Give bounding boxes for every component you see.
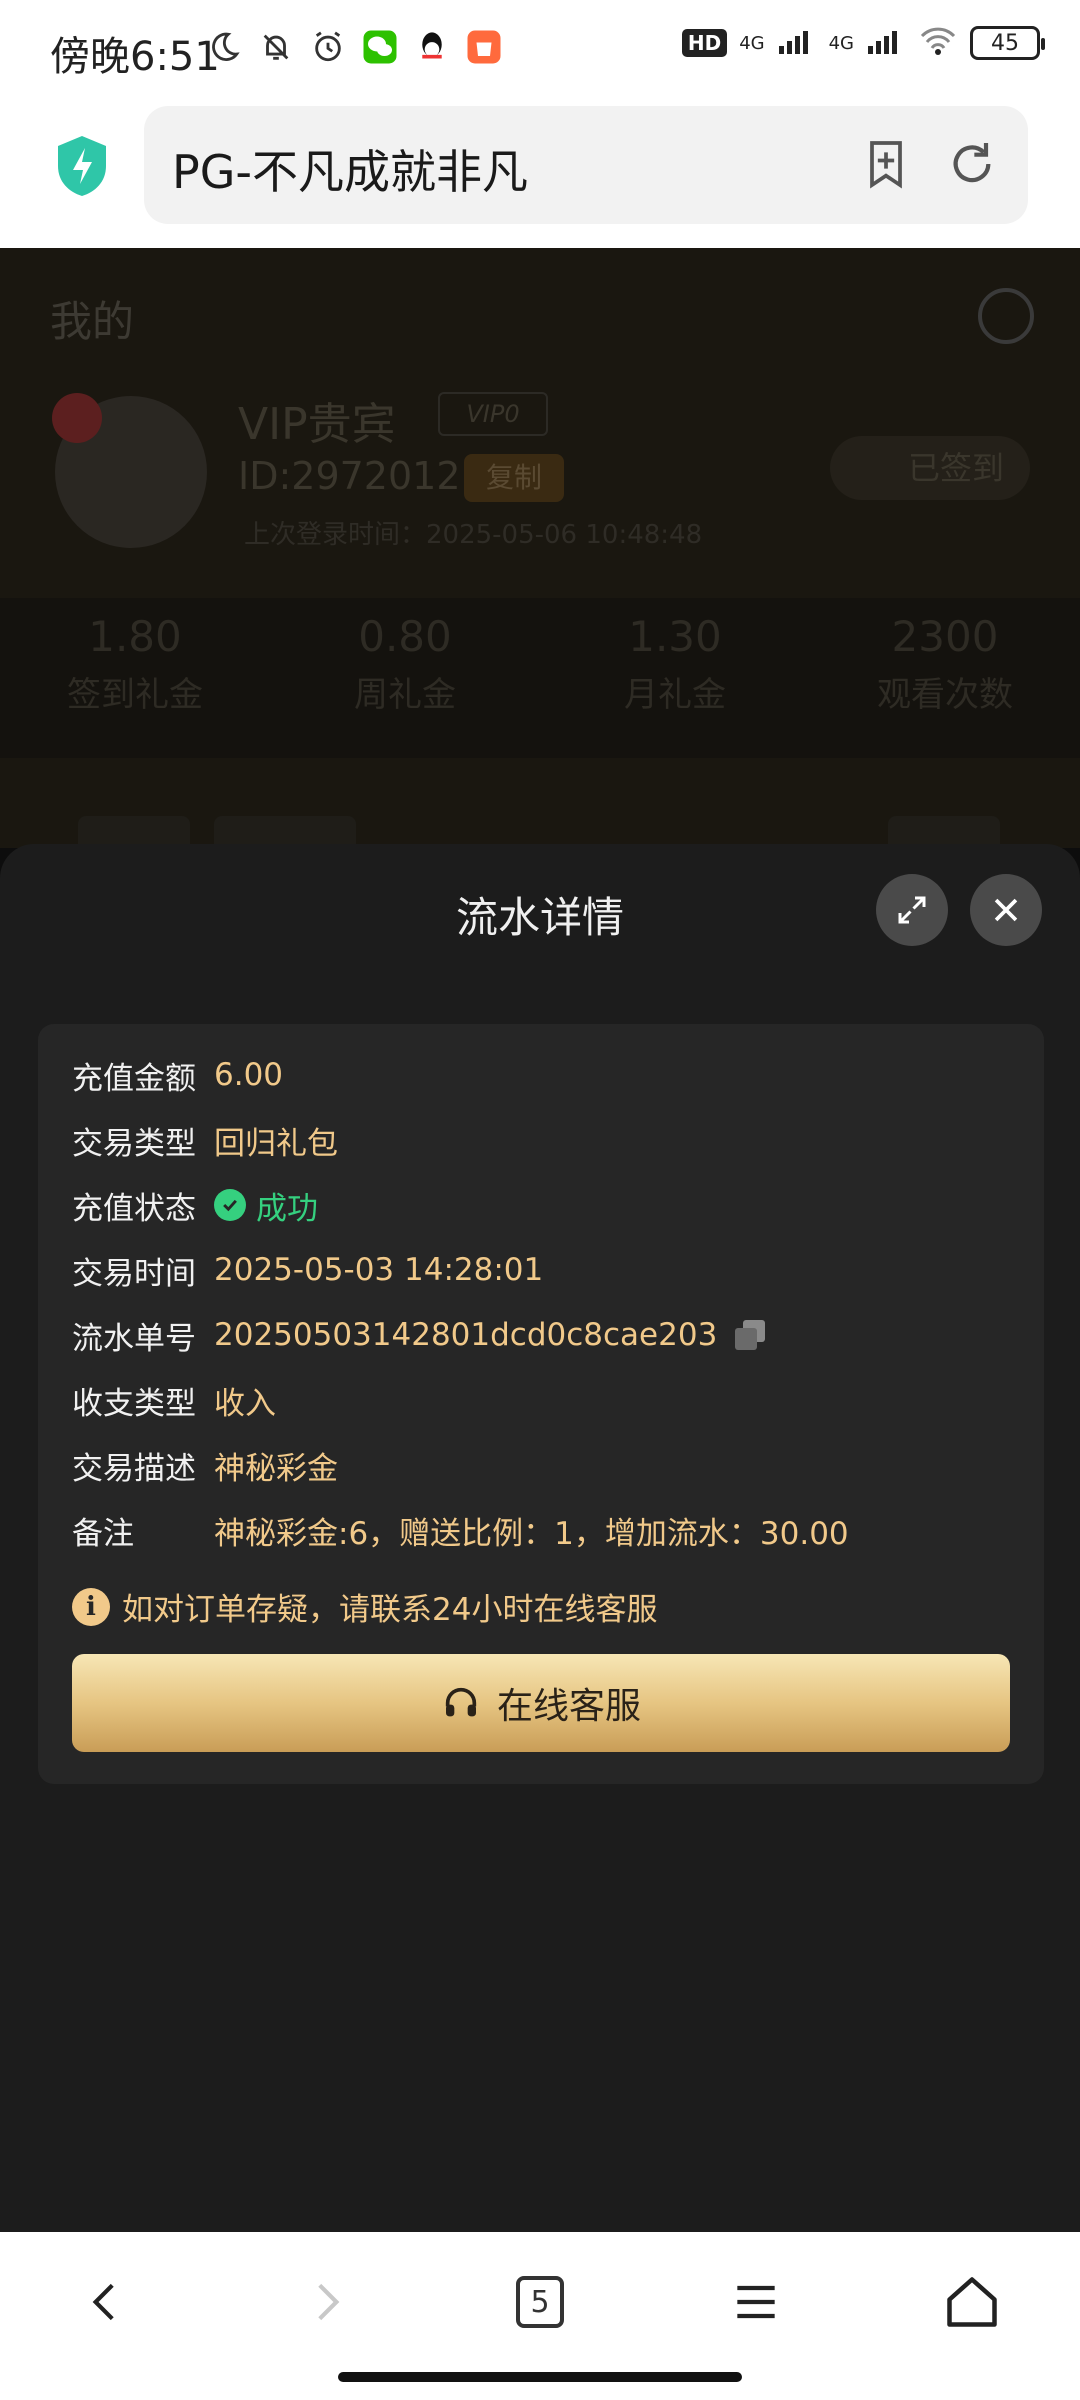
detail-row-time: 交易时间 2025-05-03 14:28:01 bbox=[72, 1245, 543, 1295]
profile-header: 我的 VIP贵宾 VIP0 ID:2972012 复制 上次登录时间：2025-… bbox=[0, 248, 1080, 848]
close-icon bbox=[994, 898, 1018, 922]
status-time: 傍晚6:51 bbox=[50, 34, 220, 80]
menu-button[interactable] bbox=[716, 2262, 796, 2342]
vip-badge: VIP0 bbox=[438, 392, 548, 436]
security-shield-icon[interactable] bbox=[54, 134, 110, 198]
shopping-app-icon bbox=[465, 28, 503, 66]
detail-row-type: 交易类型 回归礼包 bbox=[72, 1115, 338, 1165]
home-icon bbox=[947, 2277, 997, 2327]
row-label: 充值金额 bbox=[72, 1060, 196, 1097]
stat-value: 2300 bbox=[891, 612, 999, 661]
user-id: ID:2972012 bbox=[238, 454, 461, 498]
serial-number: 20250503142801dcd0c8cae203 bbox=[214, 1317, 718, 1353]
battery-icon: 45 bbox=[970, 26, 1045, 60]
stat-label: 签到礼金 bbox=[67, 675, 203, 715]
stat-item: 1.80 签到礼金 bbox=[0, 598, 270, 758]
settings-icon bbox=[978, 288, 1034, 344]
detail-row-direction: 收支类型 收入 bbox=[72, 1375, 276, 1425]
tabs-button[interactable]: 5 bbox=[500, 2262, 580, 2342]
system-indicators: HD 4G 4G 45 bbox=[681, 26, 1045, 60]
detail-card: 充值金额 6.00 交易类型 回归礼包 充值状态 成功 交易时间 2025-05… bbox=[38, 1024, 1044, 1784]
browser-bottom-nav: 5 bbox=[0, 2232, 1080, 2400]
stat-item: 0.80 周礼金 bbox=[270, 598, 540, 758]
detail-row-amount: 充值金额 6.00 bbox=[72, 1050, 283, 1100]
row-value: 神秘彩金:6，赠送比例：1，增加流水：30.00 bbox=[214, 1515, 849, 1552]
battery-level: 45 bbox=[991, 30, 1019, 56]
row-value: 回归礼包 bbox=[214, 1125, 338, 1162]
signal-icon-1 bbox=[777, 26, 817, 60]
home-indicator bbox=[338, 2372, 742, 2382]
address-bar[interactable]: PG-不凡成就非凡 bbox=[144, 106, 1028, 224]
bell-muted-icon bbox=[257, 28, 295, 66]
wechat-icon bbox=[361, 28, 399, 66]
service-button-label: 在线客服 bbox=[496, 1686, 641, 1727]
detail-row-serial: 流水单号 20250503142801dcd0c8cae203 bbox=[72, 1310, 767, 1360]
refresh-icon[interactable] bbox=[944, 136, 1000, 192]
notification-icons bbox=[205, 28, 503, 66]
expand-icon bbox=[898, 896, 926, 924]
row-value: 2025-05-03 14:28:01 bbox=[214, 1252, 544, 1288]
row-label: 备注 bbox=[72, 1515, 134, 1552]
serial-value: 20250503142801dcd0c8cae203 bbox=[214, 1317, 767, 1353]
copy-icon[interactable] bbox=[733, 1318, 767, 1352]
status-value: 成功 bbox=[214, 1183, 318, 1228]
close-button[interactable] bbox=[970, 874, 1042, 946]
tab-count: 5 bbox=[516, 2276, 564, 2328]
back-button[interactable] bbox=[66, 2262, 146, 2342]
hd-badge: HD bbox=[681, 29, 728, 57]
row-label: 交易描述 bbox=[72, 1450, 196, 1487]
user-level: VIP贵宾 bbox=[238, 399, 396, 450]
status-bar: 傍晚6:51 HD 4G 4G 45 bbox=[0, 0, 1080, 100]
detail-row-status: 充值状态 成功 bbox=[72, 1180, 318, 1230]
stat-value: 1.30 bbox=[628, 612, 722, 661]
expand-button[interactable] bbox=[876, 874, 948, 946]
network-label-1: 4G bbox=[739, 32, 765, 54]
home-button[interactable] bbox=[932, 2262, 1012, 2342]
row-label: 收支类型 bbox=[72, 1385, 196, 1422]
page-heading: 我的 bbox=[50, 297, 135, 346]
status-text: 成功 bbox=[256, 1190, 318, 1227]
menu-icon bbox=[737, 2285, 775, 2319]
stat-item: 2300 观看次数 bbox=[810, 598, 1080, 758]
notification-dot bbox=[52, 393, 102, 443]
stat-label: 周礼金 bbox=[354, 675, 456, 715]
row-label: 交易类型 bbox=[72, 1125, 196, 1162]
row-value: 神秘彩金 bbox=[214, 1450, 338, 1487]
row-label: 交易时间 bbox=[72, 1255, 196, 1292]
page-title[interactable]: PG-不凡成就非凡 bbox=[172, 136, 528, 202]
row-label: 流水单号 bbox=[72, 1320, 196, 1357]
last-login: 上次登录时间：2025-05-06 10:48:48 bbox=[244, 520, 703, 550]
forward-icon bbox=[318, 2283, 340, 2321]
row-label: 充值状态 bbox=[72, 1190, 196, 1227]
qq-icon bbox=[413, 28, 451, 66]
check-icon bbox=[214, 1189, 246, 1221]
copy-id-button: 复制 bbox=[464, 454, 564, 502]
signed-in-button: 已签到 bbox=[830, 436, 1030, 500]
detail-row-description: 交易描述 神秘彩金 bbox=[72, 1440, 338, 1490]
stat-label: 观看次数 bbox=[877, 675, 1013, 715]
stat-item: 1.30 月礼金 bbox=[540, 598, 810, 758]
bookmark-add-icon[interactable] bbox=[858, 136, 914, 192]
stat-value: 1.80 bbox=[88, 612, 182, 661]
support-notice: i 如对订单存疑，请联系24小时在线客服 bbox=[72, 1584, 657, 1629]
stat-value: 0.80 bbox=[358, 612, 452, 661]
stat-label: 月礼金 bbox=[624, 675, 726, 715]
wifi-icon bbox=[918, 26, 958, 60]
alarm-icon bbox=[309, 28, 347, 66]
network-label-2: 4G bbox=[828, 32, 854, 54]
detail-row-remark: 备注 神秘彩金:6，赠送比例：1，增加流水：30.00 bbox=[72, 1505, 849, 1555]
headset-icon bbox=[445, 1687, 477, 1717]
notice-text: 如对订单存疑，请联系24小时在线客服 bbox=[122, 1592, 658, 1628]
forward-button[interactable] bbox=[286, 2262, 366, 2342]
online-service-button[interactable]: 在线客服 bbox=[72, 1654, 1010, 1752]
stats-row: 1.80 签到礼金 0.80 周礼金 1.30 月礼金 2300 观看次数 bbox=[0, 598, 1080, 758]
moon-icon bbox=[205, 28, 243, 66]
info-icon: i bbox=[72, 1587, 110, 1626]
signal-icon-2 bbox=[866, 26, 906, 60]
transaction-detail-sheet: 流水详情 充值金额 6.00 交易类型 回归礼包 充值状态 成功 交易时间 20… bbox=[0, 844, 1080, 2232]
back-icon bbox=[92, 2283, 114, 2321]
row-value: 6.00 bbox=[214, 1057, 284, 1093]
row-value: 收入 bbox=[214, 1385, 276, 1422]
browser-toolbar: PG-不凡成就非凡 bbox=[0, 100, 1080, 248]
